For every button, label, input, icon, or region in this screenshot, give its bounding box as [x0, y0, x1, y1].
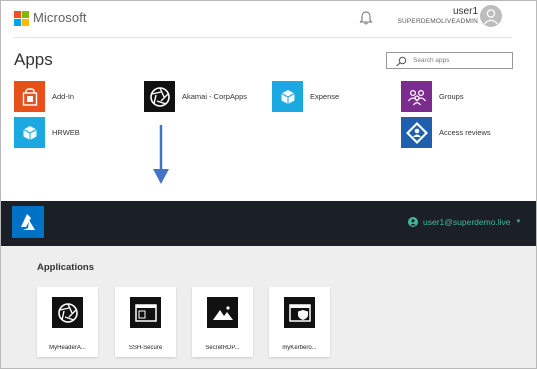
user-email: user1@superdemo.live: [423, 217, 511, 227]
app-card-label: SecretRDP...: [205, 345, 240, 351]
app-card-label: myKerbero...: [282, 345, 317, 351]
app-card-label: MyHeaderA...: [49, 345, 86, 351]
groups-icon: [401, 81, 432, 112]
tenant-name: SUPERDEMOLIVEADMIN: [397, 18, 478, 25]
app-card-label: SSH-Secure: [128, 345, 163, 351]
app-tile-label: Add-In: [52, 92, 75, 101]
user-menu[interactable]: user1@superdemo.live ▼: [408, 217, 522, 227]
search-icon: [396, 56, 407, 67]
terminal-window-icon: [130, 297, 161, 328]
app-tile-label: Akamai - CorpApps: [182, 92, 248, 101]
app-tile-add-in[interactable]: Add-In: [14, 81, 74, 112]
header-divider: [14, 37, 512, 38]
app-tile-label: HRWEB: [52, 128, 80, 137]
page-title: Apps: [14, 50, 53, 69]
person-icon: [484, 9, 498, 25]
app-tile-expense[interactable]: Expense: [272, 81, 339, 112]
cube-icon: [14, 117, 45, 148]
user-name: user1: [452, 6, 478, 17]
app-tile-label: Access reviews: [439, 128, 491, 137]
bell-icon[interactable]: [359, 10, 373, 26]
app-card-mykerberos[interactable]: myKerbero...: [269, 287, 330, 357]
app-tile-label: Groups: [439, 92, 464, 101]
arrow-down-icon: [152, 125, 170, 190]
aperture-icon: [144, 81, 175, 112]
access-reviews-icon: [401, 117, 432, 148]
avatar[interactable]: [480, 5, 502, 27]
cube-icon: [272, 81, 303, 112]
app-card-ssh-secure[interactable]: SSH-Secure: [115, 287, 176, 357]
app-tile-hrweb[interactable]: HRWEB: [14, 117, 80, 148]
brand-name: Microsoft: [33, 10, 87, 25]
microsoft-logo-icon: [14, 11, 29, 26]
mountains-image-icon: [207, 297, 238, 328]
search-field[interactable]: [386, 52, 513, 69]
app-card-secretrdp[interactable]: SecretRDP...: [192, 287, 253, 357]
search-input[interactable]: [413, 54, 509, 67]
aperture-icon: [52, 297, 83, 328]
shield-window-icon: [284, 297, 315, 328]
app-tile-akamai[interactable]: Akamai - CorpApps: [144, 81, 247, 112]
user-icon: [408, 217, 418, 227]
app-tile-access-reviews[interactable]: Access reviews: [401, 117, 491, 148]
app-tile-groups[interactable]: Groups: [401, 81, 464, 112]
app-card-myheaderapp[interactable]: MyHeaderA...: [37, 287, 98, 357]
azure-logo-icon[interactable]: [12, 206, 44, 238]
app-tile-label: Expense: [310, 92, 340, 101]
chevron-down-icon: ▼: [515, 219, 522, 225]
section-title: Applications: [37, 262, 95, 273]
office-icon: [14, 81, 45, 112]
